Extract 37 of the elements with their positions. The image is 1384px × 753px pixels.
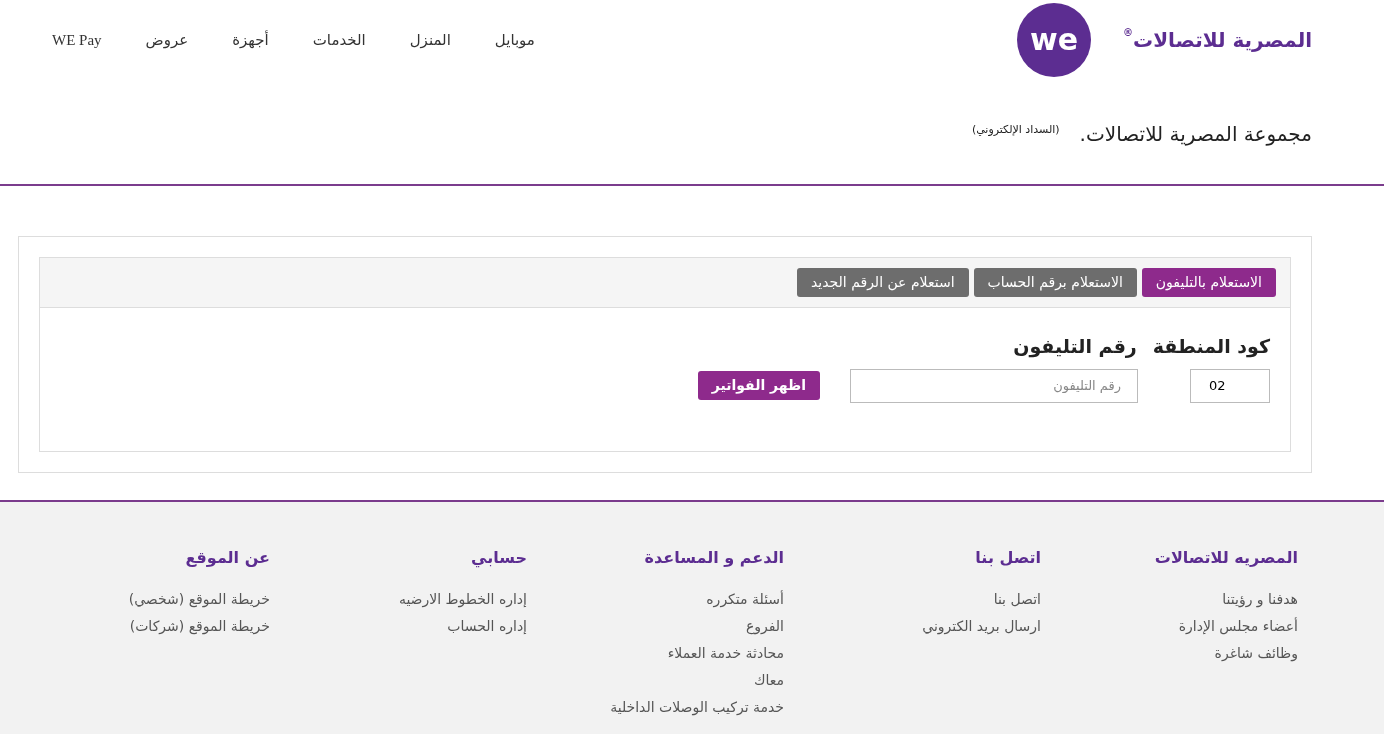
footer-link[interactable]: خريطة الموقع (شركات) — [13, 612, 270, 640]
brand-logo-text[interactable]: المصرية للاتصالات® — [1123, 25, 1312, 55]
nav-link[interactable]: موبايل — [472, 28, 557, 52]
page-subtitle: (السداد الإلكتروني) — [971, 121, 1060, 138]
footer-link[interactable]: أسئلة متكرره — [527, 585, 784, 613]
footer-link[interactable]: ارسال بريد الكتروني — [784, 612, 1041, 640]
footer-heading: الدعم و المساعدة — [643, 546, 784, 569]
area-code-field[interactable]: 02 — [1190, 368, 1270, 403]
footer-heading: عن الموقع — [184, 546, 270, 569]
footer-link[interactable]: معاك — [527, 666, 784, 694]
footer-link[interactable]: وظائف شاغرة — [1041, 639, 1298, 667]
inquiry-tab[interactable]: الاستعلام بالتليفون — [1141, 268, 1276, 297]
footer-link[interactable]: هدفنا و رؤيتنا — [1041, 585, 1298, 613]
footer-heading: حسابي — [470, 546, 527, 570]
field-label: رقم التليفون — [1013, 334, 1137, 360]
field-label: كود المنطقة — [1152, 334, 1270, 360]
nav-link[interactable]: أجهزة — [210, 28, 291, 52]
nav-link[interactable]: الخدمات — [290, 28, 388, 52]
nav-link[interactable]: عروض — [123, 28, 211, 52]
footer-link[interactable]: محادثة خدمة العملاء — [527, 639, 784, 667]
inquiry-tab[interactable]: استعلام عن الرقم الجديد — [796, 268, 969, 297]
footer-link[interactable]: إداره الحساب — [270, 612, 527, 640]
inquiry-tab[interactable]: الاستعلام برقم الحساب — [973, 268, 1137, 297]
page-title: مجموعة المصرية للاتصالات. — [1079, 122, 1312, 146]
nav-link[interactable]: WE Pay — [30, 28, 124, 52]
show-bills-button[interactable]: اظهر الفواتير — [697, 371, 820, 400]
footer-link[interactable]: أعضاء مجلس الإدارة — [1041, 612, 1298, 640]
footer-link[interactable]: إداره الخطوط الارضيه — [270, 585, 527, 613]
nav-link[interactable]: المنزل — [387, 28, 473, 52]
footer-link[interactable]: اتصل بنا — [784, 585, 1041, 613]
we-logo[interactable]: we — [1017, 3, 1092, 77]
phone-field[interactable]: رقم التليفون — [850, 368, 1138, 403]
footer-link[interactable]: خريطة الموقع (شخصي) — [13, 585, 270, 613]
footer-heading: اتصل بنا — [974, 546, 1041, 569]
footer-heading: المصريه للاتصالات — [1153, 546, 1298, 569]
footer-link[interactable]: الفروع — [527, 612, 784, 640]
footer-link[interactable]: خدمة تركيب الوصلات الداخلية — [527, 693, 784, 721]
